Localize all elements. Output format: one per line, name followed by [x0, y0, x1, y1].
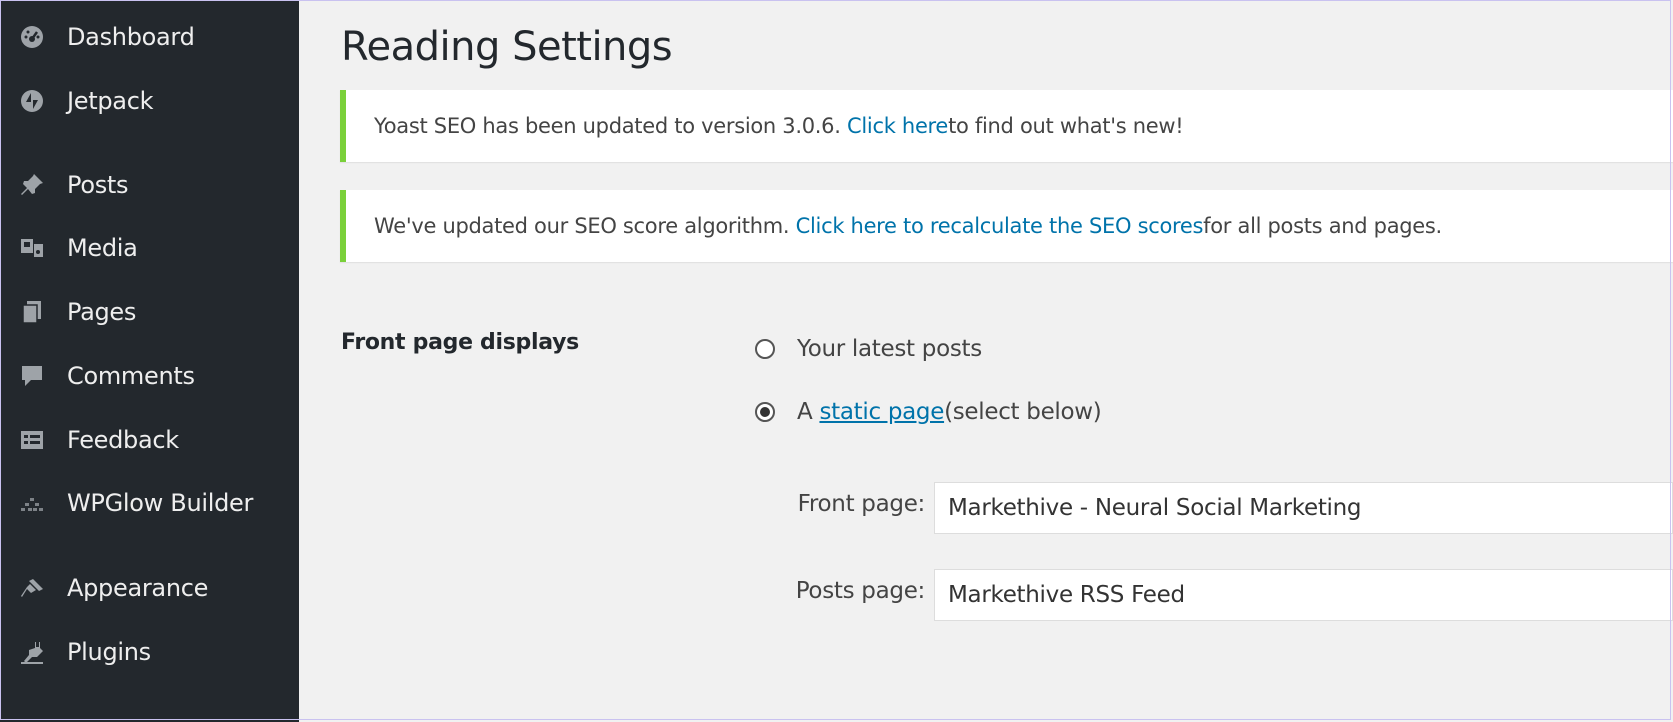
sidebar-item-media[interactable]: Media [0, 220, 299, 276]
jetpack-icon [18, 87, 46, 115]
sidebar-item-label: Plugins [67, 638, 151, 666]
front-page-select[interactable]: Markethive - Neural Social Marketing [934, 482, 1673, 534]
sidebar-item-label: Appearance [67, 574, 209, 602]
notice-text: Yoast SEO has been updated to version 3.… [374, 114, 841, 138]
pages-icon [18, 298, 46, 326]
sidebar-item-label: Media [67, 234, 138, 262]
radio-static-page-row[interactable]: A static page (select below) [755, 399, 1102, 425]
comment-icon [18, 362, 46, 390]
sidebar-item-label: Comments [67, 362, 195, 390]
media-icon [18, 234, 46, 262]
feedback-icon [18, 426, 46, 454]
sidebar-item-appearance[interactable]: Appearance [0, 560, 299, 616]
plugin-icon [18, 638, 46, 666]
sidebar-item-jetpack[interactable]: Jetpack [0, 73, 299, 129]
yoast-update-notice: Yoast SEO has been updated to version 3.… [340, 90, 1673, 162]
posts-page-label: Posts page: [795, 578, 926, 604]
sidebar-item-feedback[interactable]: Feedback [0, 412, 299, 468]
notice-link[interactable]: Click here [847, 114, 948, 138]
radio-static-suffix: (select below) [944, 399, 1102, 425]
sidebar-item-label: WPGlow Builder [67, 489, 254, 517]
sidebar-item-plugins[interactable]: Plugins [0, 624, 299, 680]
sidebar-item-label: Feedback [67, 426, 179, 454]
front-page-label: Front page: [797, 491, 926, 517]
dashboard-icon [18, 23, 46, 51]
builder-icon [18, 489, 46, 517]
paintbrush-icon [18, 574, 46, 602]
page-title: Reading Settings [341, 24, 673, 70]
radio-latest-posts[interactable] [755, 339, 775, 359]
admin-sidebar: Dashboard Jetpack Posts Media Pages Comm… [0, 0, 299, 722]
front-page-displays-label: Front page displays [341, 330, 579, 355]
sidebar-item-dashboard[interactable]: Dashboard [0, 9, 299, 65]
notice-text: for all posts and pages. [1203, 214, 1442, 238]
sidebar-item-label: Posts [67, 171, 129, 199]
sidebar-item-label: Jetpack [67, 87, 154, 115]
sidebar-item-label: Pages [67, 298, 137, 326]
sidebar-item-posts[interactable]: Posts [0, 157, 299, 213]
pushpin-icon [18, 171, 46, 199]
sidebar-item-label: Dashboard [67, 23, 195, 51]
sidebar-item-pages[interactable]: Pages [0, 284, 299, 340]
radio-latest-posts-label: Your latest posts [797, 336, 982, 362]
sidebar-item-comments[interactable]: Comments [0, 348, 299, 404]
sidebar-item-wpglow-builder[interactable]: WPGlow Builder [0, 475, 299, 531]
radio-latest-posts-row[interactable]: Your latest posts [755, 336, 982, 362]
main-content: Reading Settings Yoast SEO has been upda… [299, 0, 1673, 722]
seo-score-notice: We've updated our SEO score algorithm. C… [340, 190, 1673, 262]
posts-page-select[interactable]: Markethive RSS Feed [934, 569, 1673, 621]
notice-text: We've updated our SEO score algorithm. [374, 214, 790, 238]
recalculate-seo-link[interactable]: Click here to recalculate the SEO scores [796, 214, 1204, 238]
static-page-link[interactable]: static page [819, 399, 944, 425]
notice-text: to find out what's new! [948, 114, 1184, 138]
radio-static-prefix: A [797, 399, 813, 425]
radio-static-page[interactable] [755, 402, 775, 422]
